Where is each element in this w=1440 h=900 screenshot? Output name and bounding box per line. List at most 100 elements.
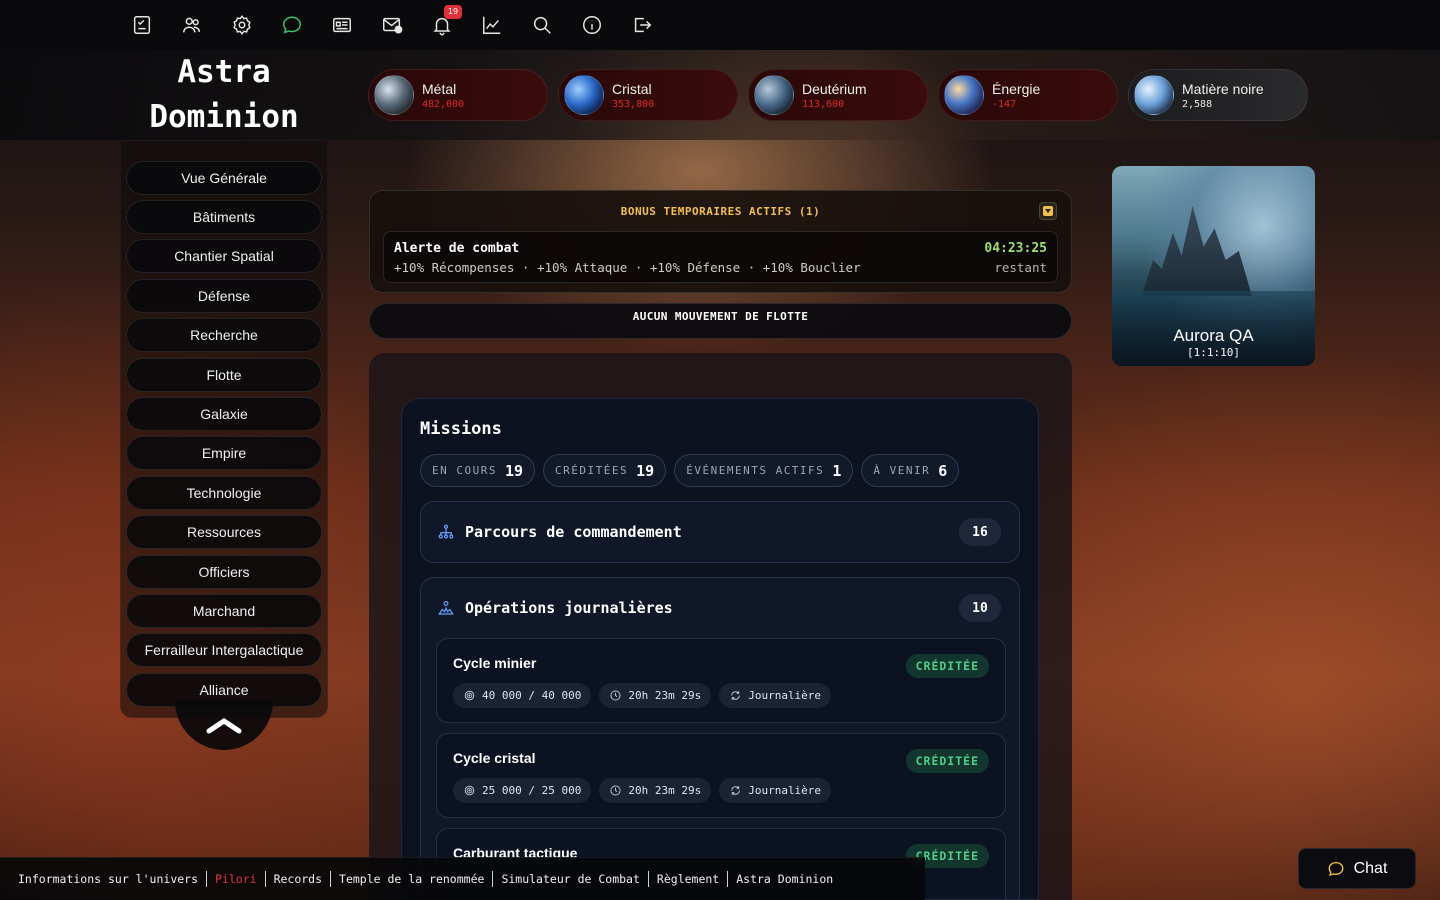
stat-label: À VENIR xyxy=(873,464,931,477)
resource-value: 353,800 xyxy=(612,98,655,110)
bonus-toggle-button[interactable] xyxy=(1039,202,1057,220)
mission-progress-chip: 40 000 / 40 000 xyxy=(453,683,592,708)
refresh-icon xyxy=(731,691,740,700)
mail-icon[interactable] xyxy=(367,0,417,50)
mission-status-badge: CRÉDITÉE xyxy=(905,654,989,678)
news-icon[interactable] xyxy=(317,0,367,50)
resource-energie[interactable]: Énergie -147 xyxy=(938,69,1118,121)
mission-progress: 25 000 / 25 000 xyxy=(482,784,582,797)
users-icon[interactable] xyxy=(167,0,217,50)
footer-link-records[interactable]: Records xyxy=(266,872,330,886)
mission-card[interactable]: Cycle minier CRÉDITÉE 40 000 / 40 000 20… xyxy=(436,638,1006,723)
notification-badge: 19 xyxy=(444,5,462,19)
crystal-icon xyxy=(564,75,604,115)
stat-creditees[interactable]: CRÉDITÉES 19 xyxy=(543,454,667,487)
logout-icon[interactable] xyxy=(617,0,667,50)
stat-value: 19 xyxy=(636,461,655,480)
clock-icon xyxy=(610,785,621,796)
bonus-name: Alerte de combat xyxy=(394,241,520,256)
mission-card[interactable]: Cycle cristal CRÉDITÉE 25 000 / 25 000 2… xyxy=(436,733,1006,818)
sidebar-item-recherche[interactable]: Recherche xyxy=(126,318,322,352)
chevron-up-icon xyxy=(206,717,242,734)
settings-icon[interactable] xyxy=(217,0,267,50)
brand-title[interactable]: Astra Dominion xyxy=(120,50,328,140)
planet-card[interactable]: Aurora QA [1:1:10] xyxy=(1112,166,1315,366)
notifications-icon[interactable]: 19 xyxy=(417,0,467,50)
sidebar-item-vue-generale[interactable]: Vue Générale xyxy=(126,161,322,195)
top-icon-bar: 19 xyxy=(0,0,1440,50)
section-header[interactable]: Opérations journalières xyxy=(437,578,673,638)
sidebar-item-ressources[interactable]: Ressources xyxy=(126,515,322,549)
brand-line-2: Dominion xyxy=(149,99,299,135)
fleet-movement-bar[interactable]: AUCUN MOUVEMENT DE FLOTTE xyxy=(369,303,1072,339)
footer-link-universe-info[interactable]: Informations sur l'univers xyxy=(10,872,206,886)
section-title: Opérations journalières xyxy=(465,599,673,617)
mission-status-badge: CRÉDITÉE xyxy=(905,749,989,773)
sidebar-collapse-button[interactable] xyxy=(175,700,273,750)
stat-value: 6 xyxy=(938,461,948,480)
planet-image xyxy=(1142,206,1252,296)
resource-deuterium[interactable]: Deutérium 113,600 xyxy=(748,69,928,121)
messages-icon[interactable] xyxy=(267,0,317,50)
section-parcours-commandement[interactable]: Parcours de commandement 16 xyxy=(420,501,1020,563)
resource-cristal[interactable]: Cristal 353,800 xyxy=(558,69,738,121)
sidebar-item-batiments[interactable]: Bâtiments xyxy=(126,200,322,234)
stat-value: 1 xyxy=(832,461,842,480)
resource-name: Métal xyxy=(422,80,457,97)
mission-timer-chip: 20h 23m 29s xyxy=(599,778,712,803)
missions-title: Missions xyxy=(420,419,502,439)
stat-value: 19 xyxy=(504,461,524,480)
chevron-down-icon xyxy=(1043,206,1053,216)
bonus-effects: +10% Récompenses · +10% Attaque · +10% D… xyxy=(394,260,861,275)
resource-value: 482,000 xyxy=(422,98,465,110)
active-bonus-panel: BONUS TEMPORAIRES ACTIFS (1) Alerte de c… xyxy=(369,190,1072,293)
resource-metal[interactable]: Métal 482,000 xyxy=(368,69,548,121)
stat-a-venir[interactable]: À VENIR 6 xyxy=(861,454,960,487)
footer-link-astra-dominion[interactable]: Astra Dominion xyxy=(728,872,841,886)
mission-frequency-chip: Journalière xyxy=(719,683,832,708)
sidebar-item-empire[interactable]: Empire xyxy=(126,436,322,470)
section-operations-journalieres: Opérations journalières 10 Cycle minier … xyxy=(420,577,1020,899)
resource-value: 113,600 xyxy=(802,98,845,110)
sidebar-item-technologie[interactable]: Technologie xyxy=(126,476,322,510)
footer-link-hall-of-fame[interactable]: Temple de la renommée xyxy=(331,872,492,886)
refresh-icon xyxy=(731,786,740,795)
resource-dark-matter[interactable]: Matière noire 2,588 xyxy=(1128,69,1308,121)
mission-frequency-chip: Journalière xyxy=(719,778,832,803)
info-icon[interactable] xyxy=(567,0,617,50)
sidebar-item-chantier-spatial[interactable]: Chantier Spatial xyxy=(126,239,322,273)
bonus-timer: 04:23:25 xyxy=(984,241,1047,256)
sidebar-item-marchand[interactable]: Marchand xyxy=(126,594,322,628)
bonus-item: Alerte de combat +10% Récompenses · +10%… xyxy=(383,231,1058,283)
stats-icon[interactable] xyxy=(467,0,517,50)
section-count: 10 xyxy=(959,594,1001,622)
footer-link-pilori[interactable]: Pilori xyxy=(207,872,265,886)
sidebar-item-ferrailleur[interactable]: Ferrailleur Intergalactique xyxy=(126,633,322,667)
deuterium-icon xyxy=(754,75,794,115)
resource-name: Cristal xyxy=(612,80,652,97)
stat-en-cours[interactable]: EN COURS 19 xyxy=(420,454,536,487)
energy-icon xyxy=(944,75,984,115)
resource-value: -147 xyxy=(992,98,1017,110)
footer-link-rules[interactable]: Règlement xyxy=(649,872,727,886)
section-count: 16 xyxy=(959,518,1001,546)
resource-name: Deutérium xyxy=(802,80,867,97)
hierarchy-icon xyxy=(438,524,454,539)
stat-evenements-actifs[interactable]: ÉVÉNEMENTS ACTIFS 1 xyxy=(674,454,854,487)
sidebar-item-defense[interactable]: Défense xyxy=(126,279,322,313)
sidebar-item-galaxie[interactable]: Galaxie xyxy=(126,397,322,431)
sidebar-item-officiers[interactable]: Officiers xyxy=(126,555,322,589)
mission-frequency: Journalière xyxy=(748,689,822,702)
tasks-icon[interactable] xyxy=(117,0,167,50)
chat-button[interactable]: Chat xyxy=(1298,848,1416,889)
bonus-remaining-label: restant xyxy=(994,260,1047,275)
mission-progress: 40 000 / 40 000 xyxy=(482,689,582,702)
mission-name: Cycle minier xyxy=(453,655,537,671)
search-icon[interactable] xyxy=(517,0,567,50)
footer-link-combat-simulator[interactable]: Simulateur de Combat xyxy=(493,872,647,886)
sidebar-item-flotte[interactable]: Flotte xyxy=(126,358,322,392)
resource-name: Énergie xyxy=(992,80,1041,97)
missions-panel: Missions EN COURS 19 CRÉDITÉES 19 ÉVÉNEM… xyxy=(401,398,1039,900)
chat-icon xyxy=(1328,861,1344,876)
resource-bar: Métal 482,000 Cristal 353,800 Deutérium … xyxy=(368,69,1308,121)
